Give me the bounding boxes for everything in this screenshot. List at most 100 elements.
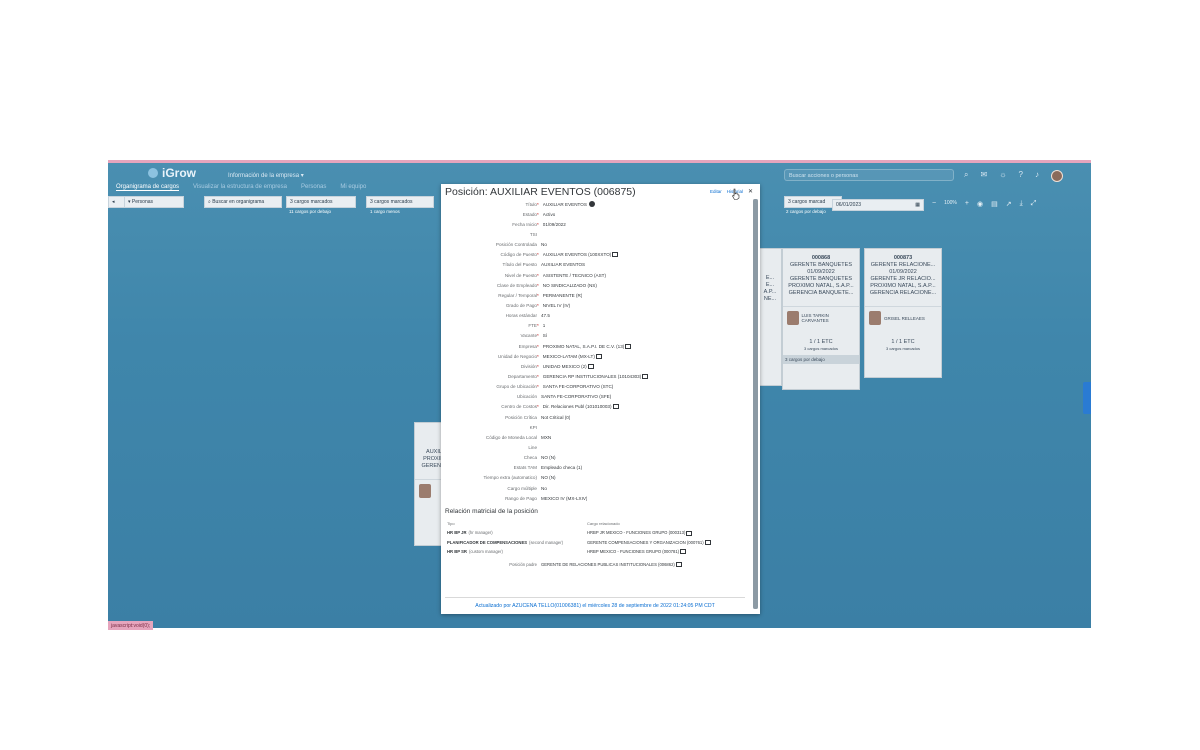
field-value: Not Critical (0) xyxy=(541,414,571,420)
marked-box-3-sub: 2 cargos por debajo xyxy=(786,209,826,214)
field-label: Posición Controlada xyxy=(495,242,537,248)
matrix-type-note: (second manager) xyxy=(529,539,564,545)
field-row: Centro de Costos * Dir. Relaciones Publ (1… xyxy=(441,402,751,412)
logo-icon xyxy=(148,168,158,178)
link-icon[interactable] xyxy=(595,353,602,359)
field-row: Clase de Empleado * NO SINDICALIZADO (NS) xyxy=(441,280,751,290)
link-icon[interactable] xyxy=(642,373,649,379)
matrix-type: HR BP JR (hr manager) xyxy=(447,530,587,535)
tab-people[interactable]: Personas xyxy=(301,184,326,191)
field-value: 01/09/2022 xyxy=(542,221,566,227)
field-value: Activo xyxy=(542,211,556,217)
field-value: AUXILIAR EVENTOS (100XXTO) xyxy=(542,252,612,258)
required-marker: * xyxy=(537,211,539,217)
field-row: Estats TAM Empleado checa (1) xyxy=(441,463,751,473)
edit-link[interactable]: Editar xyxy=(710,189,722,194)
field-value: No xyxy=(541,242,547,248)
field-label: Rango de Pago xyxy=(505,495,537,501)
notifications-icon[interactable]: ✉ xyxy=(980,170,987,182)
matrix-related-label: HRBP MEXICO - FUNCIONES GRUPO (000781) xyxy=(587,549,680,554)
matrix-type-note: (hr manager) xyxy=(468,530,493,536)
chat-icon[interactable]: ☼ xyxy=(999,170,1006,182)
download-icon[interactable]: ⤓ xyxy=(1020,200,1023,208)
marked-box-2[interactable]: 3 cargos marcados xyxy=(366,196,434,208)
org-card-partial-right[interactable]: E... E... A.P... NE... xyxy=(758,248,782,386)
status-link: javascript:void(0); xyxy=(108,621,154,630)
date-picker[interactable]: 06/01/2023 ▦ xyxy=(832,199,924,211)
field-value: Dir. Relaciones Publ (101010003) xyxy=(542,404,612,410)
link-icon[interactable] xyxy=(612,404,619,410)
tab-company-structure[interactable]: Visualizar la estructura de empresa xyxy=(193,184,287,191)
required-marker: * xyxy=(537,404,539,410)
field-label: Departamento xyxy=(507,373,537,379)
share-icon[interactable]: ↗ xyxy=(1006,200,1012,208)
field-row: Estado * Activo xyxy=(441,209,751,219)
link-icon[interactable] xyxy=(686,530,693,536)
matrix-related: HRBP JR MEXICO - FUNCIONES GRUPO (000313… xyxy=(587,530,747,536)
matrix-row: HR BP SR (custom manager) HRBP MEXICO - FU… xyxy=(447,549,751,555)
calendar-icon[interactable]: ▦ xyxy=(915,202,920,208)
person-photo xyxy=(419,484,431,498)
required-marker: * xyxy=(537,323,539,329)
link-icon[interactable] xyxy=(675,562,682,568)
field-row: Nivel de Puesto * ASISTENTE / TECNICO (AST… xyxy=(441,270,751,280)
scrollbar-thumb[interactable] xyxy=(753,199,758,609)
field-value: AUXILIAR EVENTOS xyxy=(542,201,587,207)
close-icon[interactable]: ✕ xyxy=(748,188,753,195)
matrix-type-note: (custom manager) xyxy=(468,549,503,555)
field-value: Sí xyxy=(542,333,548,339)
link-icon[interactable] xyxy=(680,549,687,555)
required-marker: * xyxy=(537,343,539,349)
field-row: División * UNIDAD MEXICO (2) xyxy=(441,361,751,371)
incumbent[interactable]: GRISEL RELLEAES xyxy=(865,306,941,329)
field-label: Line xyxy=(528,444,537,450)
fullscreen-icon[interactable]: ⤢ xyxy=(1031,200,1037,208)
required-marker: * xyxy=(537,272,539,278)
dialog-body: Título * AUXILIAR EVENTOS Estado * Activo Fech… xyxy=(441,199,751,609)
field-row: FTE * 1 xyxy=(441,321,751,331)
field-row: Ubicación SANTA FE-CORPORATIVO (SFE) xyxy=(441,392,751,402)
incumbent[interactable]: LUIS TARKIN CARVANTES xyxy=(783,306,859,329)
org-card-gerente-relaciones[interactable]: 000873 GERENTE RELACIONE... 01/09/2022 G… xyxy=(864,248,942,378)
link-icon[interactable] xyxy=(704,540,711,545)
help-icon[interactable]: ? xyxy=(1019,170,1023,182)
avatar[interactable] xyxy=(1050,170,1063,182)
field-value: AUXILIAR EVENTOS xyxy=(541,262,586,268)
app-logo[interactable]: iGrow xyxy=(148,166,196,180)
required-marker: * xyxy=(537,353,539,359)
matrix-section-title: Relación matricial de la posición xyxy=(445,508,538,516)
field-row: Line xyxy=(441,442,751,452)
field-row: Rango de Pago MEXICO IV (MX-LXIV) xyxy=(441,493,751,503)
org-search-input[interactable]: ⌕ Buscar en organigrama xyxy=(204,196,282,208)
link-icon[interactable] xyxy=(625,343,632,349)
required-marker: * xyxy=(537,221,539,227)
field-row: Grupo de Ubicación * SANTA FE-CORPORATIVO … xyxy=(441,382,751,392)
module-menu[interactable]: Información de la empresa ▾ xyxy=(228,172,304,179)
global-search-input[interactable]: Buscar acciones o personas xyxy=(784,169,954,181)
link-icon[interactable] xyxy=(612,252,619,258)
tab-my-team[interactable]: Mi equipo xyxy=(340,184,366,191)
required-marker: * xyxy=(537,373,539,379)
org-card-gerente-banquetes[interactable]: 000868 GERENTE BANQUETES 01/09/2022 GERE… xyxy=(782,248,860,390)
zoom-level: 100% xyxy=(944,200,957,206)
marked-box-1[interactable]: 3 cargos marcados xyxy=(286,196,356,208)
card-footer[interactable]: 3 cargos por debajo xyxy=(783,355,859,364)
field-row: Departamento * GERENCIA RP INSTITUCIONALES… xyxy=(441,371,751,381)
search-icon[interactable]: ⌕ xyxy=(964,170,968,182)
bell-icon[interactable]: ♪ xyxy=(1035,170,1039,182)
people-filter-select[interactable]: ▾ Personas xyxy=(124,196,184,208)
field-label: Regular / Temporal xyxy=(498,292,537,298)
field-value: NO (N) xyxy=(541,455,556,461)
view-icon[interactable]: ◉ xyxy=(977,200,983,208)
zoom-in-icon[interactable]: + xyxy=(965,200,969,208)
info-icon[interactable] xyxy=(588,201,595,208)
zoom-out-icon[interactable]: − xyxy=(932,200,936,208)
print-icon[interactable]: ▤ xyxy=(991,200,998,208)
side-panel-tab[interactable] xyxy=(1083,382,1091,414)
field-row: Título * AUXILIAR EVENTOS xyxy=(441,199,751,209)
tab-org-chart[interactable]: Organigrama de cargos xyxy=(116,184,180,191)
shell-header: iGrow Información de la empresa ▾ Buscar… xyxy=(108,163,1091,185)
field-label: TSI xyxy=(529,231,537,237)
link-icon[interactable] xyxy=(587,363,594,369)
field-label: Estado xyxy=(522,211,537,217)
